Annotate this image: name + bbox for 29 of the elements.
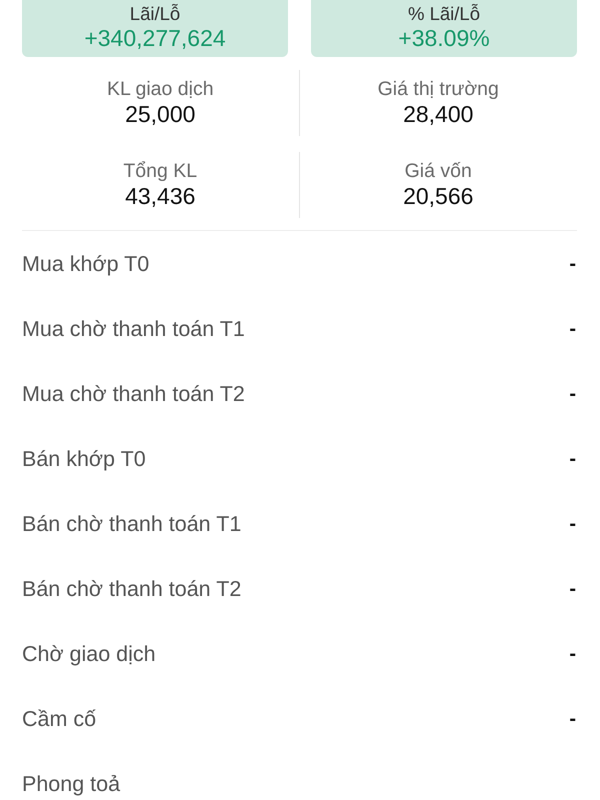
stat-value: 25,000 (125, 100, 196, 128)
card-label: Lãi/Lỗ (130, 3, 180, 25)
detail-value: - (569, 382, 576, 406)
stat-value: 28,400 (403, 100, 474, 128)
card-value: +340,277,624 (84, 24, 226, 52)
detail-value: - (569, 512, 576, 536)
detail-label: Mua khớp T0 (22, 252, 150, 276)
detail-value: - (569, 446, 576, 470)
detail-label: Chờ giao dịch (22, 642, 156, 666)
detail-label: Mua chờ thanh toán T2 (22, 382, 245, 406)
detail-label: Mua chờ thanh toán T1 (22, 316, 245, 340)
card-value: +38.09% (398, 24, 490, 52)
detail-value: - (569, 316, 576, 340)
detail-label: Phong toả (22, 772, 120, 796)
detail-label: Bán chờ thanh toán T2 (22, 576, 242, 600)
stat-label: Giá vốn (404, 160, 472, 182)
card-label: % Lãi/Lỗ (408, 3, 480, 25)
detail-value: - (569, 706, 576, 730)
detail-value: - (569, 576, 576, 600)
detail-label: Bán chờ thanh toán T1 (22, 512, 242, 536)
stat-value: 20,566 (403, 182, 474, 210)
detail-label: Bán khớp T0 (22, 446, 146, 470)
detail-label: Cầm cố (22, 706, 96, 730)
stat-label: KL giao dịch (106, 78, 214, 100)
detail-value: - (569, 642, 576, 666)
stat-label: Tổng KL (123, 160, 198, 182)
stat-label: Giá thị trường (378, 78, 499, 100)
stat-value: 43,436 (125, 182, 196, 210)
detail-value: - (569, 252, 576, 276)
